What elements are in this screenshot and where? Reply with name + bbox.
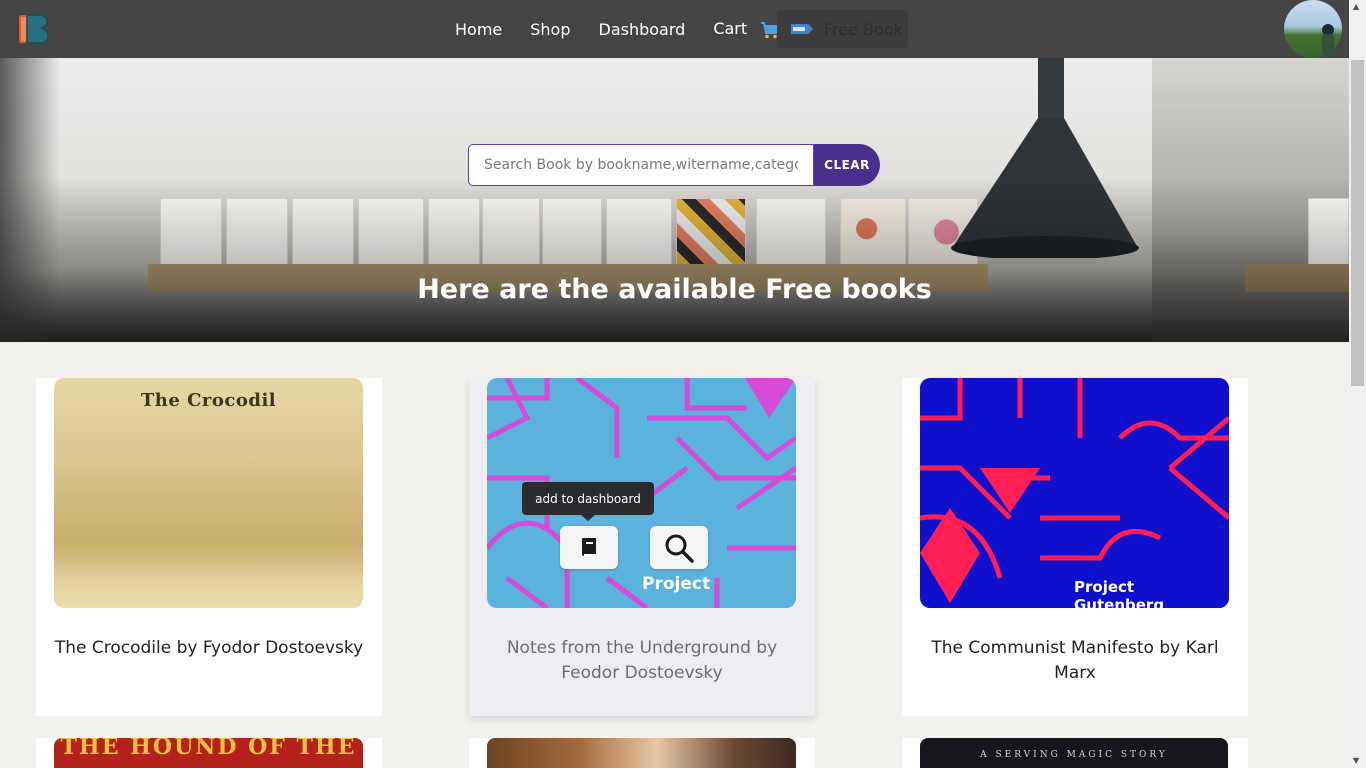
cover-title: Project (642, 574, 711, 594)
logo-icon[interactable] (17, 12, 49, 46)
book-title: Notes from the Underground by Feodor Dos… (506, 638, 778, 683)
hero-gradient (0, 178, 1349, 342)
book-cover[interactable]: Project add to dashboard (487, 378, 796, 608)
book-cover[interactable]: Project Gutenberg (920, 378, 1229, 608)
free-tag-icon (791, 24, 813, 34)
search-icon (665, 534, 694, 563)
nav-dashboard[interactable]: Dashboard (591, 20, 694, 39)
cover-title: Project Gutenberg (1074, 578, 1165, 608)
search-bar: CLEAR (468, 144, 880, 186)
book-cover[interactable]: THE HOUND OF THE (54, 738, 363, 768)
cover-title: THE HOUND OF THE (60, 738, 357, 760)
scroll-down-icon[interactable]: ▼ (1353, 756, 1359, 765)
hero-banner: Here are the available Free books CLEAR (0, 58, 1349, 342)
book-title: The Communist Manifesto by Karl Marx (931, 638, 1219, 683)
nav-links: Home Shop Dashboard Cart (447, 0, 800, 58)
search-input[interactable] (468, 144, 814, 186)
nav-shop[interactable]: Shop (522, 20, 578, 39)
free-book-label: Free Book (824, 19, 903, 39)
book-card[interactable]: Project add to dashboard Notes from the … (469, 378, 815, 716)
book-title: The Crocodile by Fyodor Dostoevsky (54, 638, 364, 658)
book-card[interactable]: The Crocodil The Crocodile by Fyodor Dos… (36, 378, 382, 716)
cover-pattern (920, 378, 1229, 608)
nav-cart[interactable]: Cart (705, 19, 788, 39)
scrollbar-thumb[interactable] (1351, 60, 1364, 386)
hero-title: Here are the available Free books (417, 274, 932, 305)
book-cover[interactable]: A SERVING MAGIC STORY (920, 738, 1228, 768)
view-details-button[interactable] (650, 526, 708, 569)
book-card[interactable]: Project Gutenberg The Communist Manifest… (902, 378, 1248, 716)
clear-button[interactable]: CLEAR (814, 144, 880, 186)
book-cover[interactable]: The Crocodil (54, 378, 363, 608)
add-to-dashboard-button[interactable] (560, 526, 618, 569)
book-icon (582, 537, 596, 557)
scroll-up-icon[interactable]: ▲ (1353, 2, 1359, 11)
nav-cart-label: Cart (713, 19, 748, 39)
cover-title: The Crocodil (140, 390, 277, 411)
tooltip: add to dashboard (522, 482, 654, 521)
cover-title: A SERVING MAGIC STORY (980, 750, 1168, 760)
avatar[interactable] (1284, 0, 1342, 58)
navbar: Home Shop Dashboard Cart Free Book (0, 0, 1349, 58)
free-book-button[interactable]: Free Book (777, 10, 908, 48)
nav-home[interactable]: Home (447, 20, 510, 39)
book-cover[interactable] (487, 738, 796, 768)
